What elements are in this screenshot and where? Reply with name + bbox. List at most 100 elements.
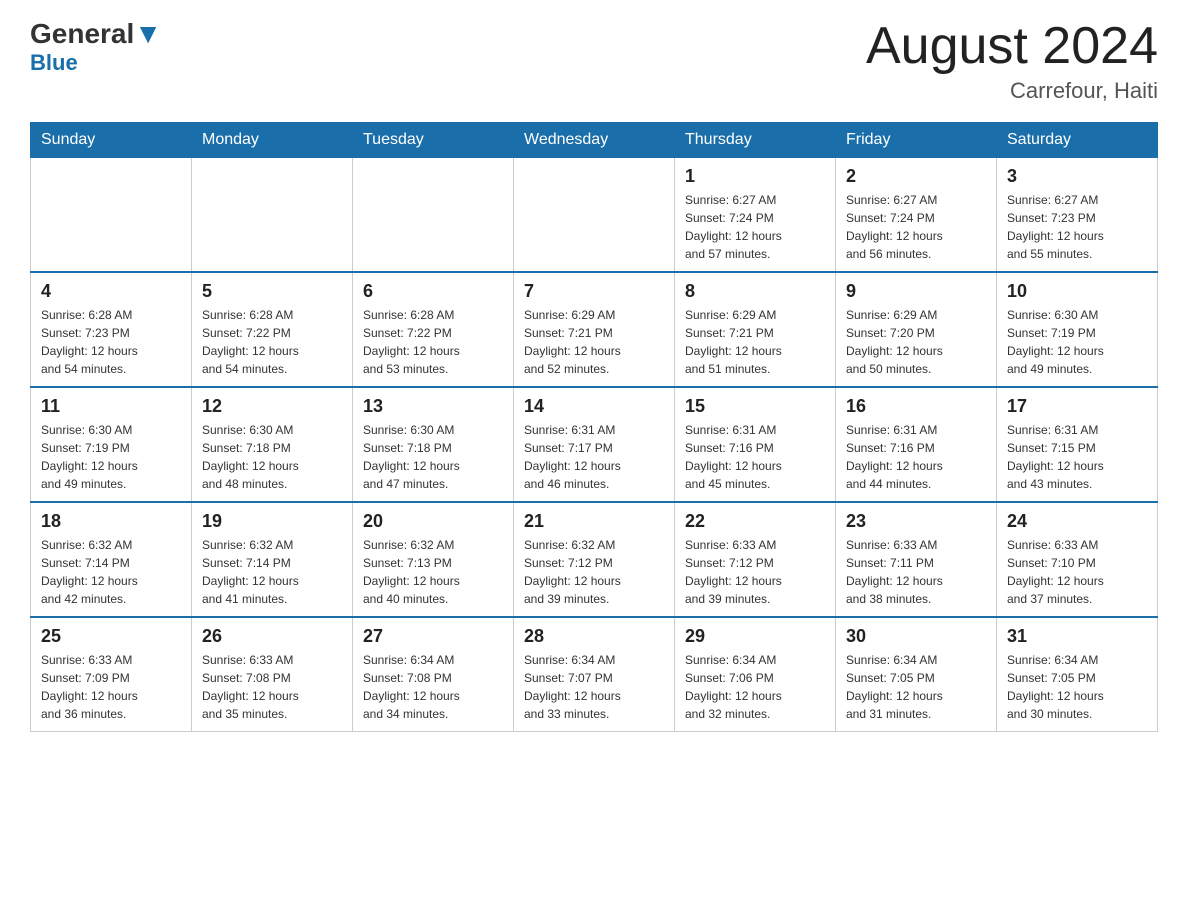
- header-tuesday: Tuesday: [353, 123, 514, 158]
- day-number: 10: [1007, 281, 1147, 302]
- calendar-cell-w1-d1: [31, 158, 192, 273]
- day-number: 4: [41, 281, 181, 302]
- day-number: 17: [1007, 396, 1147, 417]
- calendar-table: Sunday Monday Tuesday Wednesday Thursday…: [30, 122, 1158, 732]
- header-sunday: Sunday: [31, 123, 192, 158]
- calendar-cell-w5-d7: 31 Sunrise: 6:34 AMSunset: 7:05 PMDayligh…: [997, 617, 1158, 732]
- day-info: Sunrise: 6:30 AMSunset: 7:18 PMDaylight:…: [363, 421, 503, 493]
- day-info: Sunrise: 6:34 AMSunset: 7:05 PMDaylight:…: [846, 651, 986, 723]
- day-number: 22: [685, 511, 825, 532]
- header-monday: Monday: [192, 123, 353, 158]
- day-info: Sunrise: 6:32 AMSunset: 7:12 PMDaylight:…: [524, 536, 664, 608]
- calendar-cell-w1-d6: 2 Sunrise: 6:27 AMSunset: 7:24 PMDaylight…: [836, 158, 997, 273]
- day-info: Sunrise: 6:30 AMSunset: 7:19 PMDaylight:…: [41, 421, 181, 493]
- day-info: Sunrise: 6:33 AMSunset: 7:12 PMDaylight:…: [685, 536, 825, 608]
- header-wednesday: Wednesday: [514, 123, 675, 158]
- day-number: 21: [524, 511, 664, 532]
- calendar-header-row: Sunday Monday Tuesday Wednesday Thursday…: [31, 123, 1158, 158]
- day-info: Sunrise: 6:28 AMSunset: 7:22 PMDaylight:…: [363, 306, 503, 378]
- day-info: Sunrise: 6:31 AMSunset: 7:16 PMDaylight:…: [846, 421, 986, 493]
- day-number: 27: [363, 626, 503, 647]
- calendar-cell-w1-d2: [192, 158, 353, 273]
- day-number: 14: [524, 396, 664, 417]
- day-number: 30: [846, 626, 986, 647]
- day-number: 5: [202, 281, 342, 302]
- calendar-cell-w4-d3: 20 Sunrise: 6:32 AMSunset: 7:13 PMDayligh…: [353, 502, 514, 617]
- day-info: Sunrise: 6:34 AMSunset: 7:05 PMDaylight:…: [1007, 651, 1147, 723]
- calendar-cell-w4-d7: 24Sunrise: 6:33 AMSunset: 7:10 PMDayligh…: [997, 502, 1158, 617]
- header-saturday: Saturday: [997, 123, 1158, 158]
- calendar-cell-w3-d4: 14 Sunrise: 6:31 AMSunset: 7:17 PMDayligh…: [514, 387, 675, 502]
- calendar-cell-w5-d1: 25 Sunrise: 6:33 AMSunset: 7:09 PMDayligh…: [31, 617, 192, 732]
- header-thursday: Thursday: [675, 123, 836, 158]
- calendar-cell-w2-d3: 6 Sunrise: 6:28 AMSunset: 7:22 PMDaylight…: [353, 272, 514, 387]
- day-info: Sunrise: 6:34 AMSunset: 7:06 PMDaylight:…: [685, 651, 825, 723]
- day-info: Sunrise: 6:27 AMSunset: 7:24 PMDaylight:…: [846, 191, 986, 263]
- calendar-cell-w3-d2: 12 Sunrise: 6:30 AMSunset: 7:18 PMDayligh…: [192, 387, 353, 502]
- week-row-2: 4 Sunrise: 6:28 AMSunset: 7:23 PMDaylight…: [31, 272, 1158, 387]
- day-number: 8: [685, 281, 825, 302]
- day-info: Sunrise: 6:33 AMSunset: 7:08 PMDaylight:…: [202, 651, 342, 723]
- logo-blue: Blue: [30, 50, 78, 76]
- calendar-cell-w2-d7: 10 Sunrise: 6:30 AMSunset: 7:19 PMDayligh…: [997, 272, 1158, 387]
- day-number: 24: [1007, 511, 1147, 532]
- day-number: 2: [846, 166, 986, 187]
- day-info: Sunrise: 6:28 AMSunset: 7:22 PMDaylight:…: [202, 306, 342, 378]
- day-info: Sunrise: 6:31 AMSunset: 7:16 PMDaylight:…: [685, 421, 825, 493]
- calendar-cell-w2-d4: 7Sunrise: 6:29 AMSunset: 7:21 PMDaylight…: [514, 272, 675, 387]
- day-info: Sunrise: 6:30 AMSunset: 7:19 PMDaylight:…: [1007, 306, 1147, 378]
- title-section: August 2024 Carrefour, Haiti: [866, 20, 1158, 104]
- day-number: 9: [846, 281, 986, 302]
- day-info: Sunrise: 6:29 AMSunset: 7:21 PMDaylight:…: [685, 306, 825, 378]
- week-row-1: 1Sunrise: 6:27 AMSunset: 7:24 PMDaylight…: [31, 158, 1158, 273]
- calendar-cell-w5-d5: 29 Sunrise: 6:34 AMSunset: 7:06 PMDayligh…: [675, 617, 836, 732]
- calendar-cell-w3-d1: 11 Sunrise: 6:30 AMSunset: 7:19 PMDayligh…: [31, 387, 192, 502]
- day-number: 12: [202, 396, 342, 417]
- day-number: 31: [1007, 626, 1147, 647]
- calendar-cell-w4-d2: 19Sunrise: 6:32 AMSunset: 7:14 PMDayligh…: [192, 502, 353, 617]
- day-info: Sunrise: 6:33 AMSunset: 7:11 PMDaylight:…: [846, 536, 986, 608]
- day-info: Sunrise: 6:31 AMSunset: 7:15 PMDaylight:…: [1007, 421, 1147, 493]
- logo: General▼ Blue: [30, 20, 162, 76]
- day-number: 15: [685, 396, 825, 417]
- calendar-cell-w4-d5: 22 Sunrise: 6:33 AMSunset: 7:12 PMDayligh…: [675, 502, 836, 617]
- calendar-cell-w1-d4: [514, 158, 675, 273]
- week-row-3: 11 Sunrise: 6:30 AMSunset: 7:19 PMDayligh…: [31, 387, 1158, 502]
- calendar-cell-w2-d2: 5 Sunrise: 6:28 AMSunset: 7:22 PMDaylight…: [192, 272, 353, 387]
- calendar-cell-w2-d5: 8 Sunrise: 6:29 AMSunset: 7:21 PMDaylight…: [675, 272, 836, 387]
- day-info: Sunrise: 6:31 AMSunset: 7:17 PMDaylight:…: [524, 421, 664, 493]
- page-header: General▼ Blue August 2024 Carrefour, Hai…: [30, 20, 1158, 104]
- day-info: Sunrise: 6:32 AMSunset: 7:13 PMDaylight:…: [363, 536, 503, 608]
- day-info: Sunrise: 6:33 AMSunset: 7:09 PMDaylight:…: [41, 651, 181, 723]
- day-number: 25: [41, 626, 181, 647]
- location: Carrefour, Haiti: [866, 78, 1158, 104]
- calendar-cell-w4-d4: 21 Sunrise: 6:32 AMSunset: 7:12 PMDayligh…: [514, 502, 675, 617]
- day-number: 18: [41, 511, 181, 532]
- month-title: August 2024: [866, 20, 1158, 72]
- calendar-cell-w4-d6: 23Sunrise: 6:33 AMSunset: 7:11 PMDayligh…: [836, 502, 997, 617]
- calendar-cell-w1-d5: 1Sunrise: 6:27 AMSunset: 7:24 PMDaylight…: [675, 158, 836, 273]
- day-info: Sunrise: 6:30 AMSunset: 7:18 PMDaylight:…: [202, 421, 342, 493]
- calendar-cell-w3-d5: 15 Sunrise: 6:31 AMSunset: 7:16 PMDayligh…: [675, 387, 836, 502]
- calendar-cell-w4-d1: 18Sunrise: 6:32 AMSunset: 7:14 PMDayligh…: [31, 502, 192, 617]
- day-number: 28: [524, 626, 664, 647]
- day-info: Sunrise: 6:29 AMSunset: 7:20 PMDaylight:…: [846, 306, 986, 378]
- calendar-cell-w1-d3: [353, 158, 514, 273]
- day-info: Sunrise: 6:27 AMSunset: 7:23 PMDaylight:…: [1007, 191, 1147, 263]
- calendar-cell-w1-d7: 3 Sunrise: 6:27 AMSunset: 7:23 PMDaylight…: [997, 158, 1158, 273]
- day-number: 16: [846, 396, 986, 417]
- calendar-cell-w3-d7: 17 Sunrise: 6:31 AMSunset: 7:15 PMDayligh…: [997, 387, 1158, 502]
- day-info: Sunrise: 6:29 AMSunset: 7:21 PMDaylight:…: [524, 306, 664, 378]
- day-number: 20: [363, 511, 503, 532]
- day-number: 3: [1007, 166, 1147, 187]
- day-number: 6: [363, 281, 503, 302]
- week-row-4: 18 Sunrise: 6:32 AMSunset: 7:14 PMDayligh…: [31, 502, 1158, 617]
- calendar-cell-w2-d1: 4 Sunrise: 6:28 AMSunset: 7:23 PMDaylight…: [31, 272, 192, 387]
- day-info: Sunrise: 6:28 AMSunset: 7:23 PMDaylight:…: [41, 306, 181, 378]
- day-number: 11: [41, 396, 181, 417]
- day-info: Sunrise: 6:32 AMSunset: 7:14 PMDaylight:…: [202, 536, 342, 608]
- calendar-cell-w2-d6: 9 Sunrise: 6:29 AMSunset: 7:20 PMDaylight…: [836, 272, 997, 387]
- week-row-5: 25 Sunrise: 6:33 AMSunset: 7:09 PMDayligh…: [31, 617, 1158, 732]
- calendar-cell-w5-d2: 26Sunrise: 6:33 AMSunset: 7:08 PMDayligh…: [192, 617, 353, 732]
- day-number: 29: [685, 626, 825, 647]
